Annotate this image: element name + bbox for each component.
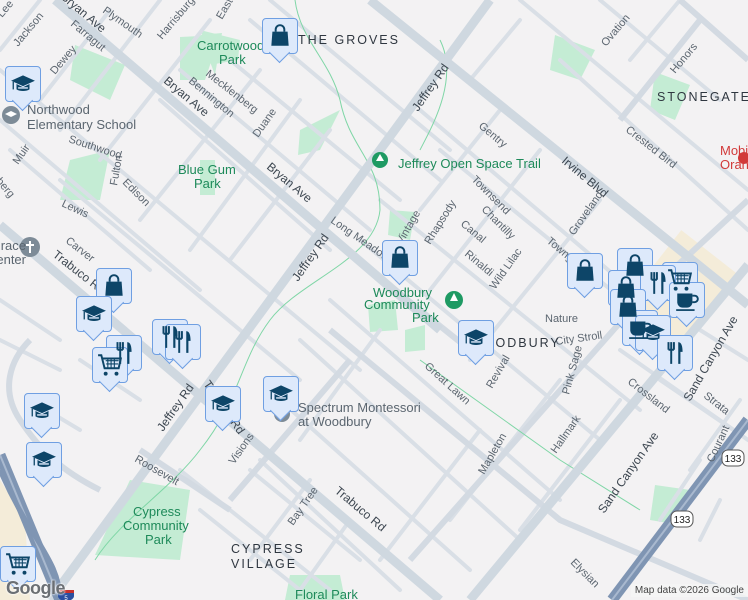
street-label: Strata: [701, 390, 732, 418]
park-poi-icon[interactable]: [372, 152, 388, 168]
street-label: Groveland: [567, 189, 606, 237]
poi-label-spectrum-2: at Woodbury: [298, 414, 372, 429]
school-marker[interactable]: [26, 442, 62, 488]
street-label: Harrisburg: [155, 0, 197, 42]
park-label-cypress-3: Park: [145, 532, 172, 547]
dining-marker[interactable]: [165, 324, 201, 370]
school-marker[interactable]: [458, 320, 494, 366]
poi-label-grace-center: Grace Center: [0, 238, 26, 267]
graduation-cap-icon: [268, 381, 294, 407]
grocery-marker[interactable]: [92, 347, 128, 393]
cafe-marker[interactable]: [669, 282, 705, 328]
graduation-cap-icon: [463, 325, 489, 351]
shield-text: 133: [725, 454, 742, 465]
street-label: Hallmark: [549, 413, 584, 456]
school-marker[interactable]: [24, 393, 60, 439]
street-label: Rhapsody: [422, 198, 459, 247]
graduation-cap-icon: [31, 447, 57, 473]
google-logo[interactable]: Google: [6, 578, 66, 599]
park-area-woodbury-2: [405, 325, 425, 352]
street-label: Rinaldi: [462, 248, 495, 279]
park-label-jeffrey-trail: Jeffrey Open Space Trail: [398, 156, 541, 171]
fork-knife-icon: [662, 340, 688, 366]
poi-label-northwood-2: Elementary School: [27, 117, 136, 132]
park-label-blue-gum: Blue Gum: [178, 162, 236, 177]
shopping-bag-icon: [267, 23, 293, 49]
park-label-floral: Floral Park: [295, 587, 358, 600]
shield-text: 133: [674, 515, 691, 526]
neighborhood-label-cypress-village: CYPRESS VILLAGE: [231, 542, 305, 571]
park-label-woodbury-3: Park: [412, 310, 439, 325]
highway-shield-133: 133: [670, 510, 694, 528]
street-label: Crested Bird: [623, 124, 679, 171]
poi-label-mobil-orange: Mobil Orange: [720, 143, 748, 172]
shopping-bag-icon: [387, 245, 413, 271]
map-attribution[interactable]: Map data ©2026 Google: [630, 584, 748, 597]
graduation-cap-icon: [10, 71, 36, 97]
graduation-cap-icon: [81, 301, 107, 327]
street-label: Elysian: [568, 557, 602, 591]
street-label: Eastwood: [214, 0, 249, 22]
shopping-marker[interactable]: [382, 240, 418, 286]
fork-knife-icon: [645, 270, 671, 296]
park-label-carrotwood-2: Park: [219, 52, 246, 67]
park-label-cypress: Cypress: [133, 504, 181, 519]
neighborhood-label-text: CYPRESS: [231, 542, 305, 556]
school-marker[interactable]: [5, 66, 41, 112]
park-poi-icon[interactable]: [445, 291, 463, 309]
sand-canyon-ave: [466, 262, 748, 600]
school-marker[interactable]: [76, 296, 112, 342]
shopping-marker[interactable]: [567, 253, 603, 299]
neighborhood-label-stonegate: STONEGATE: [657, 90, 748, 104]
poi-label-spectrum: Spectrum Montessori: [298, 400, 421, 415]
street-label: City Stroll: [555, 330, 603, 348]
coffee-cup-icon: [674, 287, 700, 313]
shopping-bag-icon: [101, 273, 127, 299]
school-marker[interactable]: [205, 386, 241, 432]
street-label-muirberg: Muirberg: [0, 159, 17, 200]
shopping-cart-icon: [5, 551, 31, 577]
highway-shield-133: 133: [721, 449, 745, 467]
shopping-bag-icon: [572, 258, 598, 284]
shopping-marker[interactable]: [262, 18, 298, 64]
park-label-carrotwood: Carrotwood: [197, 38, 264, 53]
neighborhood-label-the-groves: THE GROVES: [298, 33, 400, 47]
shopping-cart-icon: [97, 352, 123, 378]
graduation-cap-icon: [210, 391, 236, 417]
graduation-cap-icon: [29, 398, 55, 424]
street-label: Ovation: [599, 12, 633, 49]
school-marker[interactable]: [263, 376, 299, 422]
fork-knife-icon: [170, 329, 196, 355]
dining-marker[interactable]: [657, 335, 693, 381]
street-label-lee: Lee: [0, 0, 16, 20]
park-label-cypress-2: Community: [123, 518, 189, 533]
street-label: Nature: [545, 313, 578, 325]
park-label-blue-gum-2: Park: [194, 176, 221, 191]
road-label-irvine: Irvine Blvd: [559, 154, 611, 201]
